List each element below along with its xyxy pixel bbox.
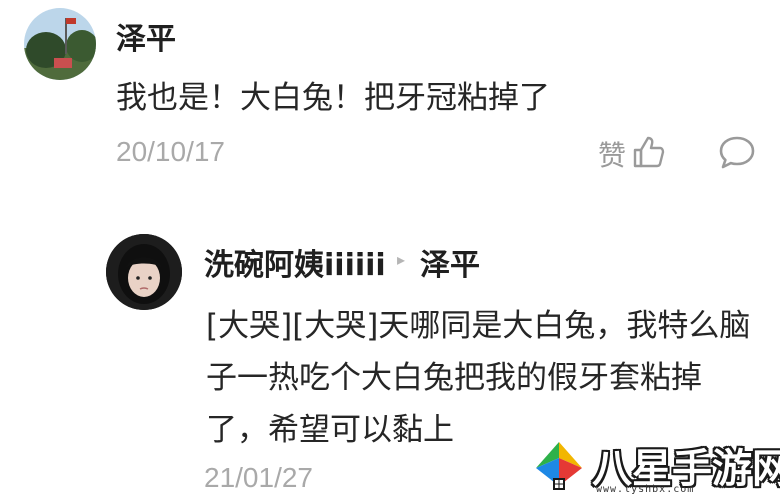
like-label: 赞 xyxy=(598,139,627,172)
site-watermark: 八星手游网 www.lyshbx.com xyxy=(526,436,780,500)
comment-date: 20/10/17 xyxy=(116,136,225,167)
reply-target-username[interactable]: 泽平 xyxy=(420,240,480,284)
replier-avatar[interactable] xyxy=(106,234,182,310)
like-button[interactable]: 赞 xyxy=(598,134,666,174)
watermark-url: www.lyshbx.com xyxy=(596,484,695,495)
replier-username[interactable]: 洗碗阿姨iiiiii xyxy=(204,240,386,284)
commenter-avatar[interactable] xyxy=(24,8,96,80)
speech-bubble-icon[interactable] xyxy=(718,134,756,174)
comment-text: 我也是！大白兔！把牙冠粘掉了 xyxy=(116,80,550,116)
reply-date: 21/01/27 xyxy=(204,462,313,493)
reply-arrow-icon: ▸ xyxy=(397,250,406,269)
reply-text: [大哭][大哭]天哪同是大白兔，我特么脑子一热吃个大白兔把我的假牙套粘掉了，希望… xyxy=(206,308,751,448)
commenter-username[interactable]: 泽平 xyxy=(116,14,176,58)
site-logo-icon xyxy=(530,438,588,500)
thumbs-up-icon xyxy=(630,134,666,174)
